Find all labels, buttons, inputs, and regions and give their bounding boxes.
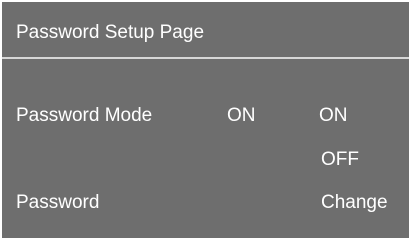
password-mode-option-on[interactable]: ON [319, 105, 348, 127]
password-mode-label: Password Mode [16, 105, 153, 126]
title-divider [2, 57, 409, 59]
password-mode-option-off[interactable]: OFF [321, 149, 359, 171]
password-label: Password [16, 192, 100, 213]
password-mode-current-value: ON [227, 105, 256, 126]
page-title: Password Setup Page [16, 22, 205, 43]
password-setup-panel: Password Setup Page Password Mode ON ON … [2, 2, 409, 238]
change-password-button[interactable]: Change [321, 192, 388, 214]
